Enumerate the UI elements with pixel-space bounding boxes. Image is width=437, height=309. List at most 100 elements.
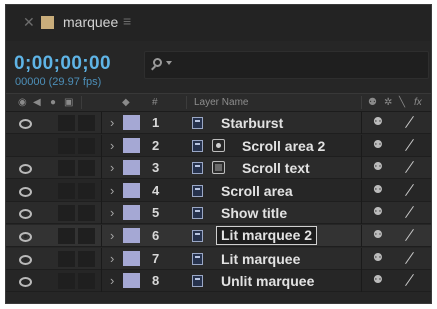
- layer-name-field[interactable]: Lit marquee 2: [216, 226, 318, 245]
- shy-switch-icon[interactable]: ⚉: [368, 98, 377, 108]
- label-color-swatch[interactable]: [123, 273, 140, 289]
- eye-icon[interactable]: [19, 186, 32, 197]
- lock-toggle[interactable]: [78, 228, 95, 244]
- solo-toggle[interactable]: [58, 182, 75, 199]
- column-divider: [101, 179, 102, 202]
- shy-switch-icon[interactable]: ⚉: [373, 117, 383, 128]
- solo-toggle[interactable]: [58, 273, 75, 290]
- layer-name[interactable]: Show title: [221, 206, 287, 221]
- quality-switch-icon[interactable]: [405, 274, 414, 287]
- chevron-right-icon[interactable]: ›: [110, 274, 114, 287]
- quality-switch-icon[interactable]: [405, 228, 414, 242]
- layer-row[interactable]: › 2 Scroll area 2 ⚉: [6, 134, 431, 157]
- layer-row[interactable]: › 4 Scroll area ⚉: [6, 179, 431, 202]
- layer-row[interactable]: › 7 Lit marquee ⚉: [6, 247, 431, 270]
- number-column-header[interactable]: #: [152, 97, 158, 109]
- chevron-right-icon[interactable]: ›: [110, 206, 114, 219]
- quality-switch-icon[interactable]: [405, 115, 414, 129]
- lock-toggle[interactable]: [78, 273, 95, 290]
- effects-column-header[interactable]: fx: [414, 97, 422, 109]
- chevron-right-icon[interactable]: ›: [110, 229, 114, 242]
- shy-switch-icon[interactable]: ⚉: [373, 230, 383, 241]
- column-divider: [186, 96, 187, 109]
- layer-name[interactable]: Scroll text: [242, 161, 310, 176]
- layer-name[interactable]: Lit marquee: [221, 251, 300, 267]
- eye-icon[interactable]: [19, 164, 32, 175]
- layer-row[interactable]: › 5 Show title ⚉: [6, 202, 431, 225]
- solo-toggle[interactable]: [58, 250, 75, 267]
- close-icon[interactable]: ✕: [23, 15, 35, 29]
- label-color-swatch[interactable]: [123, 205, 140, 221]
- layer-number: 1: [152, 115, 160, 130]
- shy-switch-icon[interactable]: ⚉: [373, 252, 383, 264]
- layer-name[interactable]: Scroll area: [221, 183, 293, 199]
- column-divider: [361, 112, 362, 134]
- search-icon[interactable]: [153, 58, 162, 67]
- label-color-swatch[interactable]: [123, 160, 140, 176]
- layer-row[interactable]: › 1 Starburst ⚉: [6, 112, 431, 134]
- lock-toggle[interactable]: [78, 250, 95, 267]
- layer-name[interactable]: Unlit marquee: [221, 274, 314, 289]
- lock-toggle[interactable]: [78, 115, 95, 131]
- current-timecode[interactable]: 0;00;00;00: [14, 54, 111, 74]
- quality-switch-icon[interactable]: [405, 206, 414, 219]
- label-color-swatch[interactable]: [123, 228, 140, 243]
- chevron-right-icon[interactable]: ›: [110, 139, 114, 152]
- eye-icon[interactable]: [19, 209, 32, 220]
- chevron-down-icon[interactable]: [166, 61, 172, 65]
- label-color-swatch[interactable]: [123, 137, 140, 153]
- audio-icon[interactable]: ◀: [33, 98, 41, 108]
- layer-row[interactable]: › 6 Lit marquee 2 ⚉: [6, 225, 431, 247]
- label-color-swatch[interactable]: [123, 182, 140, 198]
- shy-switch-icon[interactable]: ⚉: [373, 162, 383, 173]
- tab-title[interactable]: marquee: [63, 14, 118, 30]
- lock-toggle[interactable]: [78, 137, 95, 154]
- label-color-swatch[interactable]: [123, 115, 140, 130]
- lock-toggle[interactable]: [78, 182, 95, 199]
- eye-icon[interactable]: [19, 254, 32, 265]
- column-divider: [81, 96, 82, 109]
- quality-switch-icon[interactable]: [405, 161, 414, 174]
- layer-row[interactable]: › 8 Unlit marquee ⚉: [6, 270, 431, 293]
- layer-search-input[interactable]: [144, 51, 429, 79]
- quality-switch-icon[interactable]: [405, 251, 414, 264]
- eye-icon[interactable]: [19, 277, 32, 288]
- layer-name[interactable]: Starburst: [221, 116, 283, 131]
- shy-switch-icon[interactable]: ⚉: [373, 275, 383, 286]
- column-divider: [101, 247, 102, 270]
- layer-name[interactable]: Scroll area 2: [242, 138, 325, 154]
- shy-switch-icon[interactable]: ⚉: [373, 207, 383, 218]
- photoshop-file-icon: [192, 117, 203, 129]
- column-divider: [101, 134, 102, 157]
- quality-switch-icon[interactable]: [405, 138, 414, 151]
- photoshop-file-icon: [192, 252, 203, 265]
- solo-toggle[interactable]: [58, 205, 75, 222]
- chevron-right-icon[interactable]: ›: [110, 161, 114, 174]
- video-visibility-icon[interactable]: ◉: [18, 98, 27, 108]
- layer-name-column-header[interactable]: Layer Name: [194, 97, 248, 109]
- shy-switch-icon[interactable]: ⚉: [373, 139, 383, 151]
- solo-icon[interactable]: ●: [50, 98, 56, 108]
- lock-toggle[interactable]: [78, 205, 95, 222]
- eye-icon[interactable]: [19, 119, 32, 129]
- solo-toggle[interactable]: [58, 160, 75, 177]
- lock-toggle[interactable]: [78, 160, 95, 177]
- layer-number: 6: [152, 228, 160, 243]
- collapse-switch-icon[interactable]: ✲: [384, 98, 392, 108]
- layer-row[interactable]: › 3 Scroll text ⚉: [6, 157, 431, 180]
- solo-toggle[interactable]: [58, 228, 75, 244]
- label-color-swatch[interactable]: [123, 250, 140, 266]
- chevron-right-icon[interactable]: ›: [110, 116, 114, 129]
- quality-switch-icon[interactable]: ╲: [399, 98, 405, 108]
- shy-switch-icon[interactable]: ⚉: [373, 184, 383, 196]
- hamburger-menu-icon[interactable]: ≡: [123, 13, 131, 29]
- chevron-right-icon[interactable]: ›: [110, 252, 114, 265]
- lock-icon[interactable]: ▣: [64, 98, 73, 108]
- chevron-right-icon[interactable]: ›: [110, 184, 114, 197]
- quality-switch-icon[interactable]: [405, 183, 414, 196]
- solo-toggle[interactable]: [58, 115, 75, 131]
- eye-icon[interactable]: [19, 232, 32, 242]
- solo-toggle[interactable]: [58, 137, 75, 154]
- panel-tab[interactable]: ✕ marquee ≡: [6, 5, 431, 41]
- label-tag-icon[interactable]: ◆: [122, 98, 130, 108]
